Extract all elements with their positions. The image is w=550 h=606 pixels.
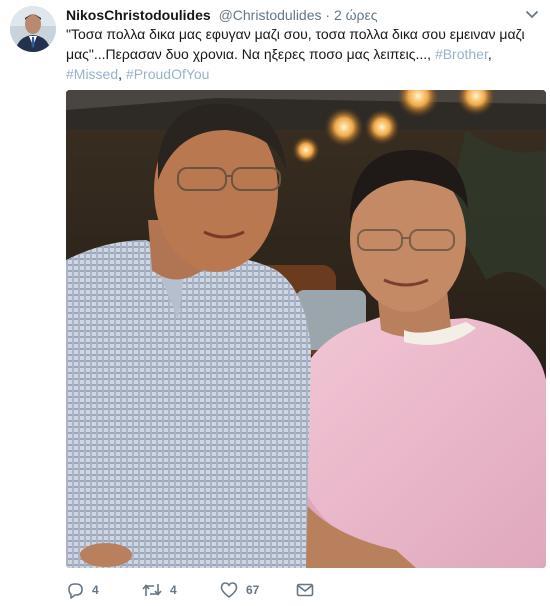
hashtag-proudofyou[interactable]: #ProudOfYou [126, 66, 210, 82]
hashtag-brother[interactable]: #Brother [435, 46, 488, 62]
hashtag-missed[interactable]: #Missed [66, 66, 118, 82]
avatar-image [10, 6, 56, 52]
reply-count: 4 [92, 583, 99, 597]
reply-button[interactable]: 4 [66, 580, 99, 600]
photo-image [66, 90, 546, 568]
message-button[interactable] [296, 580, 322, 600]
retweet-count: 4 [170, 583, 177, 597]
hashtag-separator: , [487, 46, 492, 62]
chevron-down-icon[interactable] [524, 6, 540, 22]
like-count: 67 [246, 583, 260, 597]
avatar[interactable] [10, 6, 56, 52]
separator-dot: · [325, 7, 331, 23]
tweet-header: NikosChristodoulides @Christodulides · 2… [66, 6, 520, 24]
tweet-photo[interactable] [66, 90, 546, 568]
envelope-icon [296, 583, 314, 597]
retweet-button[interactable]: 4 [142, 580, 177, 600]
tweet-actions: 4 4 67 [66, 580, 366, 600]
author-handle[interactable]: @Christodulides [219, 7, 322, 23]
like-button[interactable]: 67 [220, 580, 259, 600]
timestamp[interactable]: 2 ώρες [334, 7, 378, 23]
tweet: NikosChristodoulides @Christodulides · 2… [0, 0, 550, 606]
retweet-icon [142, 584, 162, 596]
author-name[interactable]: NikosChristodoulides [66, 7, 211, 23]
hashtag-separator: , [118, 66, 123, 82]
heart-icon [220, 582, 238, 598]
tweet-text: "Τοσα πολλα δικα μας εφυγαν μαζι σου, το… [66, 24, 544, 84]
reply-icon [68, 583, 83, 599]
